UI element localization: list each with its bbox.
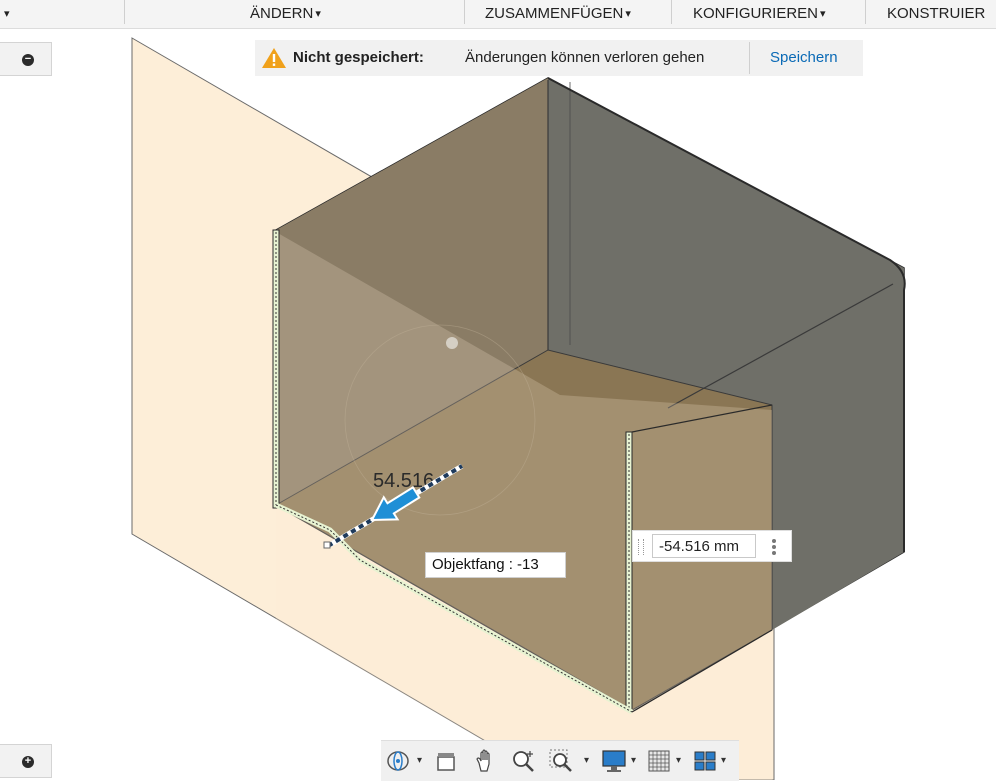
- menu-konfigurieren[interactable]: KONFIGURIEREN ▾: [693, 0, 826, 28]
- drag-handle[interactable]: [323, 541, 331, 549]
- top-toolbar: ▾ ÄNDERN ▾ ZUSAMMENFÜGEN ▾ KONFIGURIEREN ▾ …: [0, 0, 996, 29]
- drag-grip-icon[interactable]: [638, 539, 644, 555]
- zoom-window-icon[interactable]: [549, 749, 575, 773]
- minus-icon: −: [22, 54, 34, 66]
- chevron-down-icon[interactable]: ▾: [631, 755, 636, 766]
- look-at-icon[interactable]: [435, 749, 457, 773]
- viewports-icon[interactable]: [693, 749, 717, 773]
- collapse-panel-button[interactable]: −: [0, 42, 52, 76]
- more-options-icon[interactable]: [771, 537, 777, 557]
- toolbar-overflow-caret[interactable]: ▾: [2, 0, 10, 28]
- chevron-down-icon[interactable]: ▾: [417, 755, 422, 766]
- banner-title: Nicht gespeichert:: [293, 49, 424, 66]
- grid-icon[interactable]: [647, 749, 671, 773]
- banner-message: Änderungen können verloren gehen: [465, 49, 705, 66]
- chevron-down-icon[interactable]: ▾: [676, 755, 681, 766]
- expand-panel-button[interactable]: +: [0, 744, 52, 778]
- unsaved-banner: Nicht gespeichert: Änderungen können ver…: [255, 40, 863, 76]
- navigation-bar: ▾ ▾ ▾ ▾ ▾: [381, 740, 739, 781]
- warning-icon: [262, 48, 286, 68]
- menu-aendern[interactable]: ÄNDERN ▾: [250, 0, 321, 28]
- 3d-viewport[interactable]: 54.516: [0, 28, 996, 780]
- menu-konstruieren[interactable]: KONSTRUIER: [887, 0, 985, 28]
- chevron-down-icon: ▾: [820, 8, 826, 20]
- distance-input[interactable]: [652, 534, 756, 558]
- menu-aendern-label: ÄNDERN: [250, 5, 314, 22]
- chevron-down-icon: ▾: [625, 8, 631, 20]
- chevron-down-icon[interactable]: ▾: [721, 755, 726, 766]
- menu-konfigurieren-label: KONFIGURIEREN: [693, 5, 819, 22]
- zoom-icon[interactable]: [511, 749, 537, 773]
- banner-separator: [749, 42, 750, 74]
- toolbar-separator: [671, 0, 672, 24]
- toolbar-separator: [124, 0, 125, 24]
- save-button[interactable]: Speichern: [770, 49, 838, 66]
- pan-icon[interactable]: [473, 749, 497, 773]
- menu-zusammenfuegen-label: ZUSAMMENFÜGEN: [485, 5, 624, 22]
- toolbar-separator: [865, 0, 866, 24]
- menu-zusammenfuegen[interactable]: ZUSAMMENFÜGEN ▾: [485, 0, 631, 28]
- snap-tooltip: Objektfang : -13: [425, 552, 566, 578]
- toolbar-separator: [464, 0, 465, 24]
- pivot-point[interactable]: [446, 337, 458, 349]
- display-icon[interactable]: [601, 749, 627, 773]
- chevron-down-icon: ▾: [315, 8, 321, 20]
- plus-icon: +: [22, 756, 34, 768]
- dimension-input-panel: [632, 530, 792, 562]
- menu-konstruieren-label: KONSTRUIER: [887, 5, 986, 22]
- chevron-down-icon[interactable]: ▾: [584, 755, 589, 766]
- orbit-icon[interactable]: [385, 749, 411, 773]
